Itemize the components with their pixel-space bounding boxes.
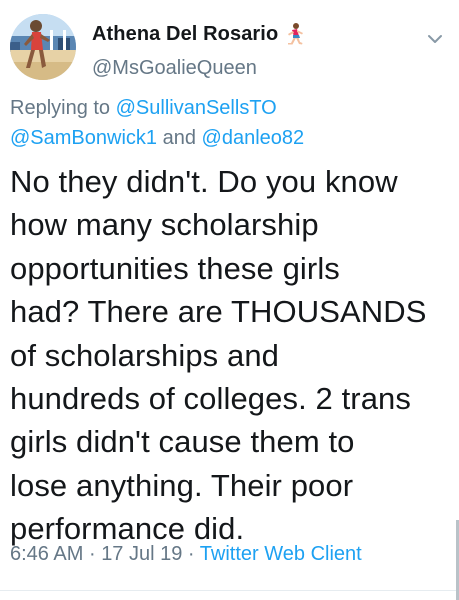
author-name-row: Athena Del Rosario [92,22,306,46]
avatar[interactable] [10,14,76,80]
tweet-text-line: how many scholarship [10,207,319,243]
tweet-client-link[interactable]: Twitter Web Client [200,543,362,565]
reply-and-word: and [162,127,196,149]
reply-mention-link[interactable]: @SullivanSellsTO [116,97,277,119]
tweet-text-line: girls didn't cause them to [10,424,355,460]
reply-mention-link[interactable]: @danleo82 [202,127,305,149]
tweet-text-line: No they didn't. Do you know [10,164,398,199]
replying-to-line-continued: @SamBonwick1 and @danleo82 [10,127,304,150]
chevron-down-icon[interactable] [424,28,446,50]
reply-mention-link[interactable]: @SamBonwick1 [10,127,157,149]
tweet-text-line: hundreds of colleges. 2 trans [10,381,411,417]
replying-to-label: Replying to [10,97,111,119]
runner-emoji-icon [284,22,306,46]
tweet-text-line: opportunities these girls [10,250,340,286]
tweet-date[interactable]: 17 Jul 19 [101,543,182,565]
tweet-text-line: of scholarships and [10,337,280,373]
tweet-text-line: lose anything. Their poor [10,467,354,503]
tweet-text: No they didn't. Do you know how many sch… [10,160,459,551]
tweet-card: Athena Del Rosario @MsGoalieQueen Replyi… [0,0,459,600]
tweet-text-line: had? There are THOUSANDS [10,294,427,330]
profile-photo [10,14,76,80]
replying-to-line: Replying to @SullivanSellsTO [10,97,277,120]
author-handle[interactable]: @MsGoalieQueen [92,57,257,80]
meta-separator: · [88,543,96,565]
author-display-name[interactable]: Athena Del Rosario [92,23,278,46]
divider [0,590,459,591]
tweet-meta: 6:46 AM · 17 Jul 19 · Twitter Web Client [10,543,362,566]
tweet-time[interactable]: 6:46 AM [10,543,83,565]
meta-separator: · [187,543,195,565]
